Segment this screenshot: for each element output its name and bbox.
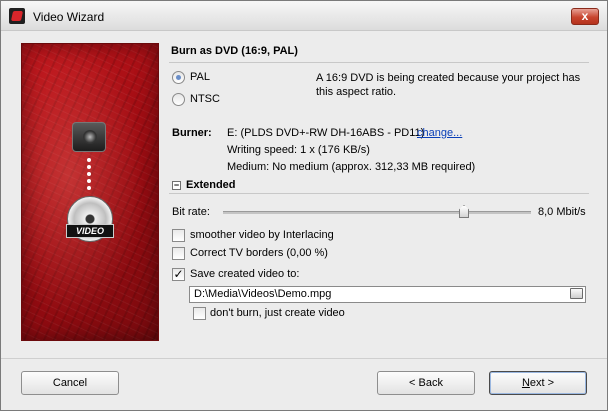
tv-borders-checkbox[interactable] — [172, 247, 185, 260]
ntsc-label: NTSC — [190, 93, 220, 105]
pal-radio[interactable] — [172, 71, 185, 84]
format-description: A 16:9 DVD is being created because your… — [316, 72, 581, 98]
back-button[interactable]: < Back — [377, 371, 475, 395]
save-video-checkbox[interactable]: ✓ — [172, 268, 185, 281]
bitrate-slider-track[interactable] — [223, 211, 531, 214]
close-button[interactable]: x — [571, 8, 599, 25]
video-badge: VIDEO — [66, 224, 114, 238]
dont-burn-label: don't burn, just create video — [210, 307, 345, 319]
dont-burn-checkbox[interactable] — [193, 307, 206, 320]
writing-speed: Writing speed: 1 x (176 KB/s) — [227, 144, 370, 156]
change-burner-link[interactable]: change... — [417, 127, 462, 139]
burner-device: E: (PLDS DVD+-RW DH-16ABS - PD11) — [227, 127, 425, 139]
pal-label: PAL — [190, 71, 210, 83]
video-camera-icon — [72, 122, 106, 152]
tv-borders-label: Correct TV borders (0,00 %) — [190, 247, 328, 259]
burner-label: Burner: — [172, 127, 212, 139]
bitrate-value: 8,0 Mbit/s — [538, 206, 586, 218]
video-wizard-window: Video Wizard x VIDEO Burn as DVD (16:9, … — [0, 0, 608, 411]
browse-folder-icon[interactable] — [570, 288, 583, 299]
extended-collapse-icon[interactable]: − — [172, 181, 181, 190]
next-button[interactable]: Next > — [489, 371, 587, 395]
window-title: Video Wizard — [33, 10, 105, 24]
bitrate-label: Bit rate: — [172, 206, 210, 218]
extended-divider — [169, 193, 589, 194]
cancel-button[interactable]: Cancel — [21, 371, 119, 395]
page-title: Burn as DVD (16:9, PAL) — [171, 45, 298, 57]
title-bar: Video Wizard x — [1, 1, 607, 31]
interlacing-checkbox[interactable] — [172, 229, 185, 242]
wizard-side-image: VIDEO — [21, 43, 159, 341]
save-path-field[interactable]: D:\Media\Videos\Demo.mpg — [189, 286, 586, 303]
bitrate-slider-thumb[interactable] — [459, 205, 469, 218]
extended-section-title[interactable]: Extended — [186, 179, 236, 191]
footer-divider — [1, 358, 607, 359]
save-video-label: Save created video to: — [190, 268, 300, 280]
dotted-connector — [87, 158, 91, 198]
app-icon — [9, 8, 25, 24]
interlacing-label: smoother video by Interlacing — [190, 229, 334, 241]
medium-info: Medium: No medium (approx. 312,33 MB req… — [227, 161, 476, 173]
heading-divider — [169, 62, 589, 63]
ntsc-radio[interactable] — [172, 93, 185, 106]
